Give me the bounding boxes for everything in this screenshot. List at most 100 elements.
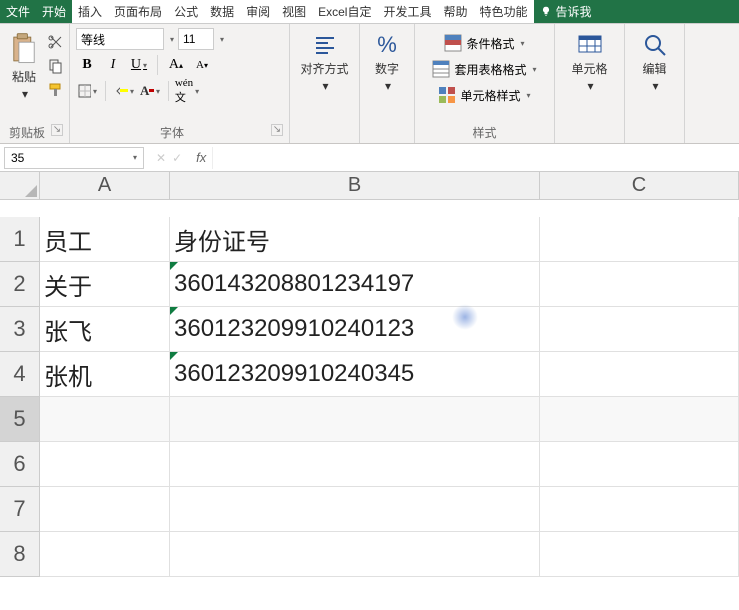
font-color-button[interactable]: A ▾ (139, 80, 161, 102)
col-header-a[interactable]: A (40, 172, 170, 200)
align-label: 对齐方式 (300, 60, 348, 77)
fx-icon[interactable]: fx (190, 150, 212, 165)
row-header-3[interactable]: 3 (0, 307, 40, 352)
cell-C8[interactable] (540, 532, 739, 577)
cell-A6[interactable] (40, 442, 170, 487)
row-header-6[interactable]: 6 (0, 442, 40, 487)
cut-button[interactable] (46, 32, 66, 52)
cell-C5[interactable] (540, 397, 739, 442)
cell-B2[interactable]: 360143208801234197 (170, 262, 540, 307)
copy-icon (48, 58, 64, 74)
chevron-down-icon: ▾ (652, 79, 658, 93)
cell-C4[interactable] (540, 352, 739, 397)
chevron-down-icon: ▾ (22, 87, 28, 101)
alignment-button[interactable]: 对齐方式 ▾ (296, 28, 353, 97)
cells-icon (577, 32, 603, 58)
tab-special[interactable]: 特色功能 (474, 0, 534, 23)
bold-button[interactable]: B (76, 54, 98, 76)
font-launcher[interactable]: ↘ (271, 124, 283, 136)
clipboard-launcher[interactable]: ↘ (51, 124, 63, 136)
font-size-select[interactable] (178, 28, 214, 50)
cancel-formula-icon[interactable]: ✕ (156, 151, 166, 165)
cell-styles-label: 单元格样式 (460, 87, 520, 104)
editing-button[interactable]: 编辑 ▾ (631, 28, 678, 97)
tell-me-search[interactable]: 告诉我 (534, 0, 598, 23)
row-header-2[interactable]: 2 (0, 262, 40, 307)
tab-help[interactable]: 帮助 (438, 0, 474, 23)
cell-B1[interactable]: 身份证号 (170, 217, 540, 262)
tab-formulas[interactable]: 公式 (168, 0, 204, 23)
number-label: 数字 (375, 60, 399, 77)
cell-A4[interactable]: 张机 (40, 352, 170, 397)
format-painter-button[interactable] (46, 80, 66, 100)
tab-home[interactable]: 开始 (36, 0, 72, 23)
decrease-font-button[interactable]: A▾ (191, 54, 213, 76)
table-format-button[interactable]: 套用表格格式▾ (421, 58, 548, 80)
cell-A2[interactable]: 关于 (40, 262, 170, 307)
cell-A1[interactable]: 员工 (40, 217, 170, 262)
cell-C2[interactable] (540, 262, 739, 307)
tab-review[interactable]: 审阅 (240, 0, 276, 23)
paste-button[interactable]: 粘贴 ▾ (6, 28, 42, 105)
fill-color-button[interactable]: ▾ (113, 80, 135, 102)
cell-C1[interactable] (540, 217, 739, 262)
percent-icon: % (377, 32, 397, 58)
paste-label: 粘贴 (12, 68, 36, 85)
paintbrush-icon (48, 82, 64, 98)
clipboard-group-label: 剪贴板 (9, 126, 45, 140)
font-family-select[interactable] (76, 28, 164, 50)
name-box[interactable]: 35 ▾ (4, 147, 144, 169)
cell-A7[interactable] (40, 487, 170, 532)
cell-B7[interactable] (170, 487, 540, 532)
table-format-icon (432, 60, 450, 78)
cell-A3[interactable]: 张飞 (40, 307, 170, 352)
row-header-1[interactable]: 1 (0, 217, 40, 262)
table-format-label: 套用表格格式 (454, 61, 526, 78)
tab-file[interactable]: 文件 (0, 0, 36, 23)
find-icon (642, 32, 668, 58)
tab-view[interactable]: 视图 (276, 0, 312, 23)
tab-page-layout[interactable]: 页面布局 (108, 0, 168, 23)
border-icon (77, 83, 91, 99)
row-header-4[interactable]: 4 (0, 352, 40, 397)
formula-input[interactable] (212, 147, 739, 169)
chevron-down-icon: ▾ (587, 79, 593, 93)
chevron-down-icon[interactable]: ▾ (170, 35, 174, 44)
chevron-down-icon[interactable]: ▾ (133, 153, 137, 162)
cells-button[interactable]: 单元格 ▾ (561, 28, 618, 97)
cell-B5[interactable] (170, 397, 540, 442)
cell-C6[interactable] (540, 442, 739, 487)
tab-insert[interactable]: 插入 (72, 0, 108, 23)
increase-font-button[interactable]: A▴ (165, 54, 187, 76)
cell-A8[interactable] (40, 532, 170, 577)
select-all-corner[interactable] (0, 172, 40, 200)
col-header-c[interactable]: C (540, 172, 739, 200)
col-header-b[interactable]: B (170, 172, 540, 200)
cell-styles-button[interactable]: 单元格样式▾ (421, 84, 548, 106)
row-header-8[interactable]: 8 (0, 532, 40, 577)
conditional-format-button[interactable]: 条件格式▾ (421, 32, 548, 54)
number-format-button[interactable]: % 数字 ▾ (366, 28, 408, 97)
borders-button[interactable]: ▾ (76, 80, 98, 102)
accept-formula-icon[interactable]: ✓ (172, 151, 182, 165)
tab-data[interactable]: 数据 (204, 0, 240, 23)
row-header-5[interactable]: 5 (0, 397, 40, 442)
cell-A5[interactable] (40, 397, 170, 442)
tab-dev[interactable]: 开发工具 (377, 0, 437, 23)
row-header-7[interactable]: 7 (0, 487, 40, 532)
cell-B3[interactable]: 360123209910240123 (170, 307, 540, 352)
cell-C3[interactable] (540, 307, 739, 352)
phonetic-button[interactable]: wén文▾ (176, 80, 198, 102)
tab-excel-auto[interactable]: Excel自定 (312, 0, 377, 23)
underline-button[interactable]: U▾ (128, 54, 150, 76)
copy-button[interactable] (46, 56, 66, 76)
italic-button[interactable]: I (102, 54, 124, 76)
cell-styles-icon (438, 86, 456, 104)
cond-format-icon (444, 34, 462, 52)
cell-C7[interactable] (540, 487, 739, 532)
cell-B8[interactable] (170, 532, 540, 577)
cells-label: 单元格 (571, 60, 607, 77)
chevron-down-icon[interactable]: ▾ (220, 35, 224, 44)
cell-B6[interactable] (170, 442, 540, 487)
cell-B4[interactable]: 360123209910240345 (170, 352, 540, 397)
